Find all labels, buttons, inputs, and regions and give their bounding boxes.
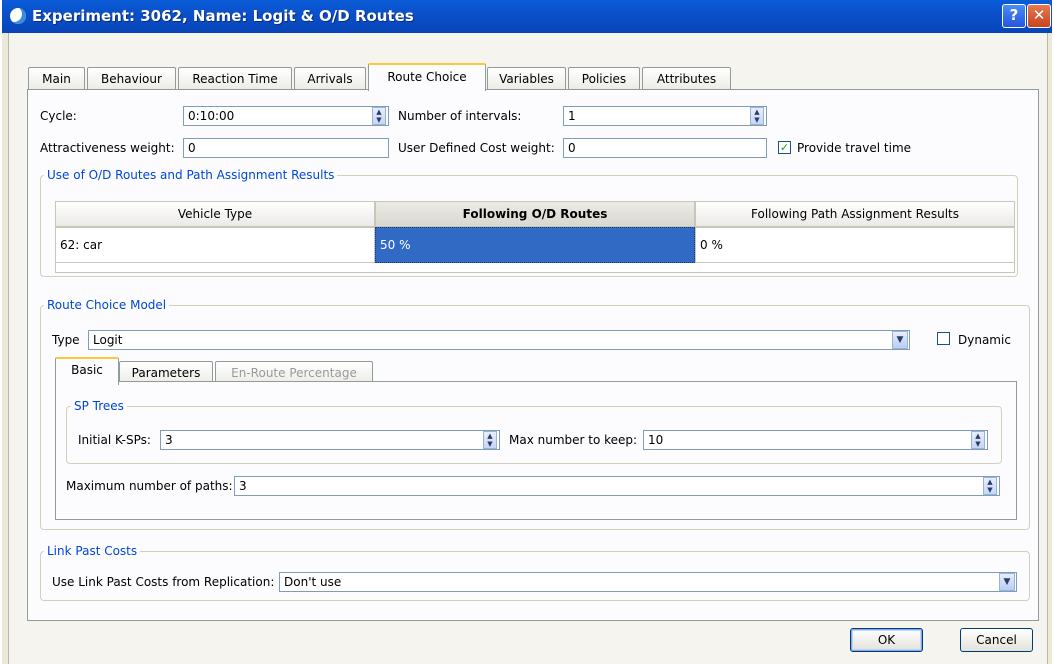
spin-down-icon[interactable]: ▼ xyxy=(487,440,492,448)
udc-weight-label: User Defined Cost weight: xyxy=(398,141,555,155)
tab-policies[interactable]: Policies xyxy=(568,67,640,90)
help-button[interactable]: ? xyxy=(1002,4,1026,28)
column-header-vehicle-type[interactable]: Vehicle Type xyxy=(55,201,375,227)
tab-main[interactable]: Main xyxy=(28,67,85,90)
max-keep-input[interactable]: 10 xyxy=(643,430,988,450)
spin-up-icon[interactable]: ▲ xyxy=(987,478,992,486)
use-link-past-select[interactable]: Don't use xyxy=(279,572,1017,592)
spin-up-icon[interactable]: ▲ xyxy=(487,432,492,440)
max-keep-label: Max number to keep: xyxy=(509,433,638,447)
sp-trees-title: SP Trees xyxy=(71,399,127,413)
ok-button[interactable]: OK xyxy=(850,628,923,652)
link-past-dropdown-icon[interactable]: ▼ xyxy=(999,573,1015,591)
attractiveness-label: Attractiveness weight: xyxy=(40,141,175,155)
cell-path-results[interactable]: 0 % xyxy=(695,227,1015,263)
intervals-input[interactable]: 1 xyxy=(563,106,767,126)
attractiveness-input[interactable]: 0 xyxy=(183,138,389,158)
cell-od-routes[interactable]: 50 % xyxy=(375,227,695,263)
window-title: Experiment: 3062, Name: Logit & O/D Rout… xyxy=(32,7,414,25)
tab-behaviour[interactable]: Behaviour xyxy=(87,67,176,90)
close-button[interactable]: ✕ xyxy=(1027,4,1051,28)
app-icon xyxy=(10,8,26,24)
spin-up-icon[interactable]: ▲ xyxy=(975,432,980,440)
route-choice-model-title: Route Choice Model xyxy=(44,298,170,312)
type-label: Type xyxy=(52,333,80,347)
tab-route-choice[interactable]: Route Choice xyxy=(368,63,486,91)
dynamic-label: Dynamic xyxy=(958,333,1011,347)
tab-arrivals[interactable]: Arrivals xyxy=(294,67,366,90)
spin-up-icon[interactable]: ▲ xyxy=(754,108,759,116)
provide-travel-time-checkbox[interactable]: ✓ xyxy=(778,141,791,154)
spin-down-icon[interactable]: ▼ xyxy=(754,116,759,124)
max-keep-spinner[interactable]: ▲ ▼ xyxy=(971,431,985,449)
od-routes-group-title: Use of O/D Routes and Path Assignment Re… xyxy=(44,168,338,182)
cancel-button[interactable]: Cancel xyxy=(960,628,1033,652)
provide-travel-time-label: Provide travel time xyxy=(797,141,912,155)
column-header-path-results[interactable]: Following Path Assignment Results xyxy=(695,201,1015,227)
spin-up-icon[interactable]: ▲ xyxy=(376,108,381,116)
max-paths-input[interactable]: 3 xyxy=(234,476,1000,496)
type-dropdown-icon[interactable]: ▼ xyxy=(892,331,908,349)
link-past-costs-title: Link Past Costs xyxy=(44,544,141,558)
tab-reaction-time[interactable]: Reaction Time xyxy=(178,67,292,90)
spin-down-icon[interactable]: ▼ xyxy=(376,116,381,124)
cycle-spinner[interactable]: ▲ ▼ xyxy=(372,107,386,125)
cell-vehicle-type[interactable]: 62: car xyxy=(55,227,375,263)
dynamic-checkbox[interactable] xyxy=(937,332,950,345)
tab-variables[interactable]: Variables xyxy=(487,67,566,90)
tab-basic[interactable]: Basic xyxy=(55,357,119,385)
udc-weight-input[interactable]: 0 xyxy=(563,138,767,158)
max-paths-spinner[interactable]: ▲ ▼ xyxy=(983,477,997,495)
initial-ksps-spinner[interactable]: ▲ ▼ xyxy=(483,431,497,449)
tab-attributes[interactable]: Attributes xyxy=(642,67,731,90)
column-header-od-routes[interactable]: Following O/D Routes xyxy=(375,201,695,227)
cycle-label: Cycle: xyxy=(40,109,77,123)
spin-down-icon[interactable]: ▼ xyxy=(987,486,992,494)
title-bar[interactable]: Experiment: 3062, Name: Logit & O/D Rout… xyxy=(2,0,1052,33)
initial-ksps-input[interactable]: 3 xyxy=(160,430,500,450)
table-empty-area xyxy=(55,263,1015,273)
cycle-input[interactable]: 0:10:00 xyxy=(183,106,389,126)
initial-ksps-label: Initial K-SPs: xyxy=(78,433,151,447)
max-paths-label: Maximum number of paths: xyxy=(66,479,233,493)
type-select[interactable]: Logit xyxy=(88,330,910,350)
spin-down-icon[interactable]: ▼ xyxy=(975,440,980,448)
intervals-spinner[interactable]: ▲ ▼ xyxy=(750,107,764,125)
use-link-past-label: Use Link Past Costs from Replication: xyxy=(52,575,275,589)
intervals-label: Number of intervals: xyxy=(398,109,522,123)
